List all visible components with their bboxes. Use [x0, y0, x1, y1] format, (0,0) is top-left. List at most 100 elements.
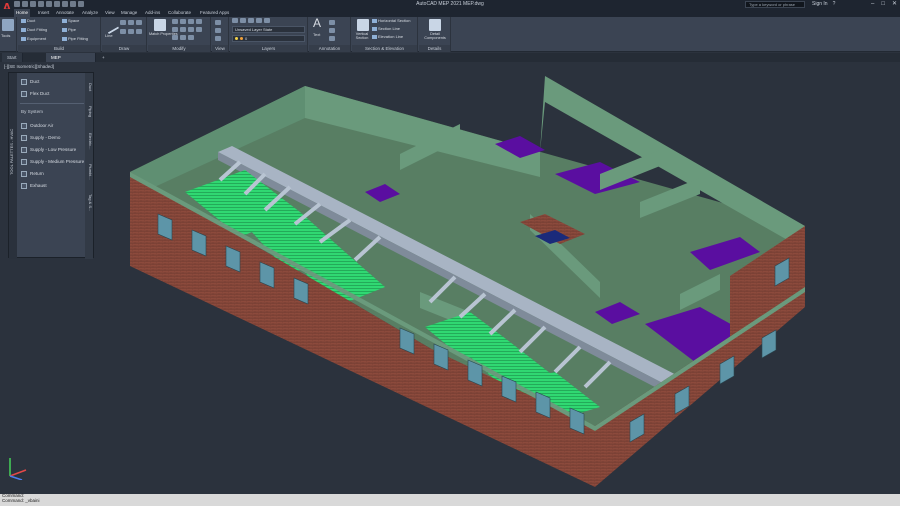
layer-isolate-icon[interactable]	[248, 18, 254, 23]
text-label[interactable]: Text	[313, 32, 320, 37]
match-properties-icon[interactable]	[154, 19, 166, 31]
spline-icon[interactable]	[136, 29, 142, 34]
duct-fitting-button[interactable]: Duct Fitting	[21, 27, 47, 32]
rectangle-icon[interactable]	[120, 29, 126, 34]
offset-icon[interactable]	[180, 35, 186, 40]
building-model-drawing[interactable]	[0, 62, 900, 494]
pan-icon[interactable]	[215, 36, 221, 41]
fillet-icon[interactable]	[180, 27, 186, 32]
file-tab-start[interactable]: Start	[2, 53, 23, 62]
palette-tab-tag-schedule[interactable]: Tag & S...	[85, 189, 93, 217]
horizontal-section-button[interactable]: Horizontal Section	[372, 18, 410, 23]
palette-item-outdoor-air[interactable]: Outdoor Air	[21, 122, 53, 129]
build-panel-label: Build	[18, 45, 100, 52]
sign-in-button[interactable]: Sign In	[812, 0, 828, 9]
file-tab-mep[interactable]: MEP	[46, 53, 96, 62]
mirror-icon[interactable]	[196, 19, 202, 24]
maximize-button[interactable]: □	[881, 0, 885, 9]
scale-icon[interactable]	[196, 27, 202, 32]
tab-collaborate[interactable]: Collaborate	[166, 9, 193, 17]
palette-tab-duct[interactable]: Duct	[85, 77, 93, 97]
erase-icon[interactable]	[188, 35, 194, 40]
stretch-icon[interactable]	[188, 27, 194, 32]
tab-annotate[interactable]: Annotate	[54, 9, 76, 17]
help-icon[interactable]: ?	[833, 0, 836, 9]
rotate-icon[interactable]	[180, 19, 186, 24]
palette-item-supply-demo[interactable]: Supply - Demo	[21, 134, 60, 141]
palette-item-label: Flex Duct	[30, 91, 50, 96]
tools-icon[interactable]	[2, 19, 14, 31]
tab-analyze[interactable]: Analyze	[80, 9, 100, 17]
duct-button[interactable]: Duct	[21, 18, 35, 23]
tab-view[interactable]: View	[103, 9, 117, 17]
tab-manage[interactable]: Manage	[119, 9, 139, 17]
layer-state-dropdown[interactable]: Unsaved Layer State	[232, 26, 305, 33]
line-icon[interactable]	[102, 17, 120, 35]
palette-title-bar[interactable]: TOOL PALETTES - HVAC	[9, 73, 17, 259]
palette-tab-electrical[interactable]: Electric...	[85, 127, 93, 155]
arc-icon[interactable]	[136, 20, 142, 25]
palette-tab-piping[interactable]: Piping	[85, 101, 93, 123]
palette-item-supply-medium-pressure[interactable]: Supply - Medium Pressure	[21, 158, 84, 165]
view-cube-icon[interactable]	[215, 20, 221, 25]
layers-panel-label: Layers	[230, 45, 307, 52]
palette-separator	[20, 103, 84, 104]
pipe-button[interactable]: Pipe	[62, 27, 76, 32]
section-line-button[interactable]: Section Line	[372, 26, 400, 31]
current-layer-dropdown[interactable]: 0	[232, 35, 305, 42]
layer-properties-icon[interactable]	[232, 18, 238, 23]
array-icon[interactable]	[172, 35, 178, 40]
section-line-label: Section Line	[378, 26, 401, 31]
pipe-fitting-button[interactable]: Pipe Fitting	[62, 36, 88, 41]
layer-bulb-icon	[235, 37, 238, 40]
palette-item-return[interactable]: Return	[21, 170, 44, 177]
dimension-icon[interactable]	[329, 20, 335, 25]
palette-item-duct[interactable]: Duct	[21, 78, 39, 85]
tab-home[interactable]: Home	[14, 9, 31, 17]
view-tools	[215, 20, 221, 41]
copy-icon[interactable]	[172, 27, 178, 32]
layer-sun-icon	[240, 37, 243, 40]
palette-item-supply-low-pressure[interactable]: Supply - Low Pressure	[21, 146, 76, 153]
circle-icon[interactable]	[128, 20, 134, 25]
minimize-button[interactable]: –	[871, 0, 874, 9]
modify-tools-row-1	[172, 19, 202, 24]
command-line[interactable]: Command: Command: _vbaini	[0, 493, 900, 506]
command-input[interactable]: Command: _vbaini	[2, 498, 900, 504]
equipment-label: Equipment	[27, 36, 47, 41]
layer-off-icon[interactable]	[240, 18, 246, 23]
equipment-button[interactable]: Equipment	[21, 36, 46, 41]
vertical-section-icon[interactable]	[357, 19, 369, 31]
tab-featured-apps[interactable]: Featured Apps	[198, 9, 231, 17]
elevation-line-button[interactable]: Elevation Line	[372, 34, 403, 39]
tab-insert[interactable]: Insert	[36, 9, 51, 17]
zoom-icon[interactable]	[215, 28, 221, 33]
vertical-section-label[interactable]: Vertical Section	[354, 32, 370, 40]
detail-components-icon[interactable]	[429, 19, 441, 31]
palette-item-flex-duct[interactable]: Flex Duct	[21, 90, 49, 97]
trim-icon[interactable]	[188, 19, 194, 24]
layer-lock-icon[interactable]	[264, 18, 270, 23]
annotation-tools	[329, 20, 335, 41]
viewport-controls-label[interactable]: [-][SE Isometric][Shaded]	[4, 64, 54, 69]
hatch-icon[interactable]	[128, 29, 134, 34]
space-button[interactable]: Space	[62, 18, 79, 23]
palette-tab-plumbing[interactable]: Plumbi...	[85, 159, 93, 185]
table-icon[interactable]	[329, 36, 335, 41]
palette-item-exhaust[interactable]: Exhaust	[21, 182, 47, 189]
polyline-icon[interactable]	[120, 20, 126, 25]
tab-add-ins[interactable]: Add-ins	[143, 9, 162, 17]
equipment-icon	[21, 36, 26, 41]
layer-freeze-icon[interactable]	[256, 18, 262, 23]
text-icon[interactable]: A	[313, 17, 321, 30]
move-icon[interactable]	[172, 19, 178, 24]
leader-icon[interactable]	[329, 28, 335, 33]
palette-item-label: Outdoor Air	[30, 123, 54, 128]
drawing-viewport[interactable]: [-][SE Isometric][Shaded] TOOL PALETTES …	[0, 62, 900, 494]
close-button[interactable]: ✕	[892, 0, 897, 9]
search-input[interactable]: Type a keyword or phrase	[745, 1, 805, 8]
line-label[interactable]: Line	[105, 33, 113, 38]
tools-label[interactable]: Tools	[1, 33, 10, 38]
new-tab-button[interactable]: +	[97, 53, 110, 62]
detail-components-label[interactable]: Detail Components	[420, 32, 450, 40]
